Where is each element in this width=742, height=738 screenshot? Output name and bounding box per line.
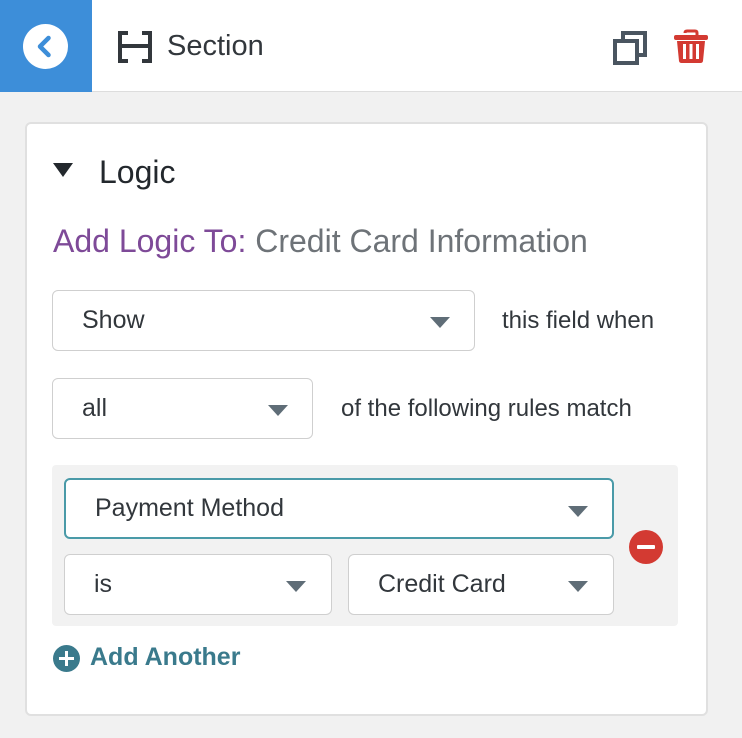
add-logic-label: Add Logic To: (53, 223, 247, 259)
chevron-down-icon (430, 317, 450, 328)
section-title: Section (167, 30, 264, 62)
add-logic-line: Add Logic To: Credit Card Information (53, 222, 588, 260)
trash-icon[interactable] (672, 29, 710, 70)
chevron-left-icon (23, 24, 68, 69)
match-suffix: of the following rules match (341, 395, 632, 422)
section-h-icon (116, 29, 154, 70)
add-logic-target: Credit Card Information (255, 223, 588, 259)
back-button[interactable] (0, 0, 92, 92)
add-another-label: Add Another (90, 643, 241, 671)
chevron-down-icon (286, 581, 306, 592)
logic-heading: Logic (99, 154, 176, 190)
duplicate-icon[interactable] (612, 30, 648, 71)
minus-circle-icon[interactable] (629, 530, 663, 564)
panel-header: Section (0, 0, 742, 92)
match-select-value: all (82, 394, 108, 422)
rule-value-value: Credit Card (378, 570, 506, 598)
rule-field-value: Payment Method (95, 494, 284, 522)
plus-circle-icon (53, 645, 80, 672)
rule-operator-select[interactable]: is (64, 554, 332, 615)
rule-field-select[interactable]: Payment Method (64, 478, 614, 539)
chevron-down-icon (568, 581, 588, 592)
action-select[interactable]: Show (52, 290, 475, 351)
rule-value-select[interactable]: Credit Card (348, 554, 614, 615)
action-select-value: Show (82, 306, 145, 334)
triangle-down-icon[interactable] (53, 163, 73, 182)
chevron-down-icon (268, 405, 288, 416)
rule-operator-value: is (94, 570, 113, 598)
action-suffix: this field when (502, 307, 655, 334)
chevron-down-icon (568, 506, 588, 517)
match-select[interactable]: all (52, 378, 313, 439)
